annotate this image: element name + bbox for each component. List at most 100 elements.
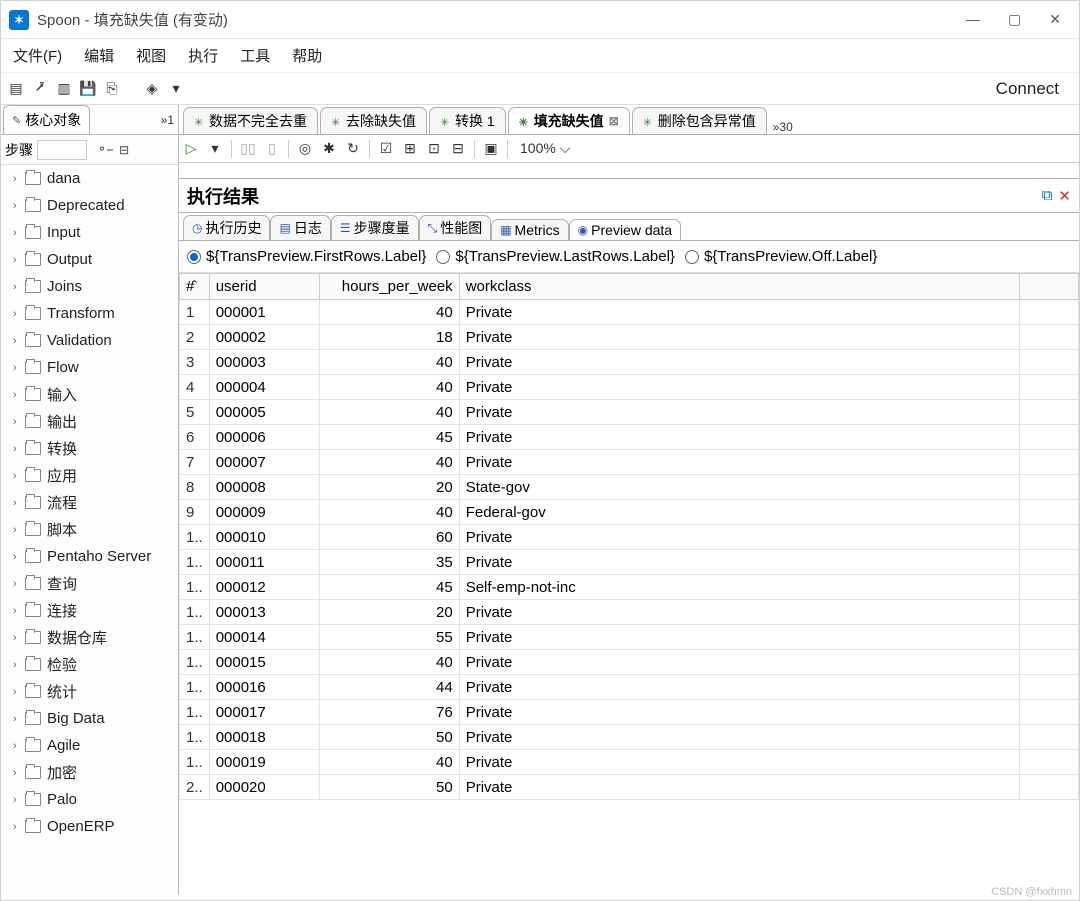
tree-node[interactable]: ›Joins [1, 273, 178, 300]
steps-filter-input[interactable] [37, 140, 87, 160]
tree-node[interactable]: ›Agile [1, 732, 178, 759]
minimize-icon[interactable]: — [966, 11, 980, 28]
menu-item[interactable]: 帮助 [292, 45, 322, 66]
table-row[interactable]: 700000740Private [180, 450, 1079, 475]
column-header[interactable]: #̂ [180, 274, 210, 300]
column-header[interactable]: userid [209, 274, 319, 300]
steps-tree[interactable]: ›dana›Deprecated›Input›Output›Joins›Tran… [1, 165, 178, 895]
tree-node[interactable]: ›Validation [1, 327, 178, 354]
result-tab[interactable]: ⤡性能图 [419, 215, 492, 240]
tree-node[interactable]: ›加密 [1, 759, 178, 786]
result-tab[interactable]: ◉Preview data [569, 219, 681, 240]
verify-icon[interactable]: ☑ [378, 140, 394, 157]
save-icon[interactable]: 💾 [79, 80, 97, 98]
table-row[interactable]: 2..00002050Private [180, 775, 1079, 800]
table-row[interactable]: 1..00001644Private [180, 675, 1079, 700]
impact-icon[interactable]: ⊞ [402, 140, 418, 157]
result-tab[interactable]: ▦Metrics [491, 219, 568, 240]
open-icon[interactable]: ⭷ [31, 80, 49, 98]
stop-icon[interactable]: ▯ [264, 140, 280, 157]
tree-node[interactable]: ›dana [1, 165, 178, 192]
data-table-wrap[interactable]: #̂useridhours_per_weekworkclass100000140… [179, 273, 1079, 895]
tabs-overflow[interactable]: »1 [161, 113, 174, 127]
canvas-area[interactable] [179, 163, 1079, 179]
table-row[interactable]: 1..00001320Private [180, 600, 1079, 625]
table-row[interactable]: 1..00001135Private [180, 550, 1079, 575]
tree-node[interactable]: ›Big Data [1, 705, 178, 732]
table-row[interactable]: 400000440Private [180, 375, 1079, 400]
popout-icon[interactable]: ⧉ [1042, 187, 1053, 204]
table-row[interactable]: 1..00001940Private [180, 750, 1079, 775]
explore-icon[interactable]: ▥ [55, 80, 73, 98]
tree-node[interactable]: ›Output [1, 246, 178, 273]
close-icon[interactable]: ✕ [1049, 11, 1061, 28]
maximize-icon[interactable]: ▢ [1008, 11, 1021, 28]
table-row[interactable]: 1..00001060Private [180, 525, 1079, 550]
result-tab[interactable]: ☰步骤度量 [331, 215, 419, 240]
replay-icon[interactable]: ↻ [345, 140, 361, 157]
close-results-icon[interactable]: ✕ [1058, 187, 1071, 205]
table-row[interactable]: 200000218Private [180, 325, 1079, 350]
radio-option[interactable]: ${TransPreview.FirstRows.Label} [187, 248, 426, 265]
tree-node[interactable]: ›统计 [1, 678, 178, 705]
tree-node[interactable]: ›Transform [1, 300, 178, 327]
radio-option[interactable]: ${TransPreview.LastRows.Label} [436, 248, 675, 265]
tree-node[interactable]: ›Input [1, 219, 178, 246]
menu-item[interactable]: 工具 [240, 45, 270, 66]
tree-node[interactable]: ›数据仓库 [1, 624, 178, 651]
file-tab[interactable]: ✳删除包含异常值 [632, 107, 767, 134]
tree-node[interactable]: ›应用 [1, 462, 178, 489]
dropdown-icon[interactable]: ▾ [167, 80, 185, 98]
menu-item[interactable]: 文件(F) [13, 45, 62, 66]
tree-node[interactable]: ›查询 [1, 570, 178, 597]
tree-node[interactable]: ›输出 [1, 408, 178, 435]
table-row[interactable]: 100000140Private [180, 300, 1079, 325]
file-tab[interactable]: ✳数据不完全去重 [183, 107, 318, 134]
menu-item[interactable]: 执行 [188, 45, 218, 66]
table-row[interactable]: 600000645Private [180, 425, 1079, 450]
radio-option[interactable]: ${TransPreview.Off.Label} [685, 248, 877, 265]
result-tab[interactable]: ▤日志 [270, 215, 330, 240]
table-row[interactable]: 1..00001455Private [180, 625, 1079, 650]
file-tab[interactable]: ✳去除缺失值 [320, 107, 427, 134]
result-tab[interactable]: ◷执行历史 [183, 215, 270, 240]
preview-icon[interactable]: ◎ [297, 140, 313, 157]
tree-node[interactable]: ›OpenERP [1, 813, 178, 840]
tree-node[interactable]: ›输入 [1, 381, 178, 408]
table-row[interactable]: 300000340Private [180, 350, 1079, 375]
menu-item[interactable]: 视图 [136, 45, 166, 66]
tree-node[interactable]: ›Pentaho Server [1, 543, 178, 570]
tree-node[interactable]: ›连接 [1, 597, 178, 624]
column-header[interactable]: workclass [459, 274, 1019, 300]
tree-node[interactable]: ›转换 [1, 435, 178, 462]
file-tab[interactable]: ✳填充缺失值⊠ [508, 107, 630, 134]
debug-icon[interactable]: ✱ [321, 140, 337, 157]
tree-node[interactable]: ›脚本 [1, 516, 178, 543]
zoom-select[interactable]: 100% ⌵ [520, 140, 570, 157]
table-row[interactable]: 1..00001776Private [180, 700, 1079, 725]
sql-icon[interactable]: ⊡ [426, 140, 442, 157]
pause-icon[interactable]: ▯▯ [240, 140, 256, 157]
collapse-icon[interactable]: ⊟ [119, 143, 129, 157]
saveas-icon[interactable]: ⎘ [103, 80, 121, 98]
connect-button[interactable]: Connect [996, 79, 1059, 99]
file-tab[interactable]: ✳转换 1 [429, 107, 506, 134]
filetabs-overflow[interactable]: »30 [773, 120, 793, 134]
table-row[interactable]: 1..00001540Private [180, 650, 1079, 675]
expand-icon[interactable]: ⚬⎯ [97, 142, 113, 157]
run-icon[interactable]: ▷ [183, 140, 199, 157]
menu-item[interactable]: 编辑 [84, 45, 114, 66]
table-row[interactable]: 1..00001245Self-emp-not-inc [180, 575, 1079, 600]
new-icon[interactable]: ▤ [7, 80, 25, 98]
table-row[interactable]: 800000820State-gov [180, 475, 1079, 500]
tree-node[interactable]: ›Flow [1, 354, 178, 381]
tree-node[interactable]: ›检验 [1, 651, 178, 678]
show-results-icon[interactable]: ▣ [483, 140, 499, 157]
explore-db-icon[interactable]: ⊟ [450, 140, 466, 157]
tree-node[interactable]: ›Deprecated [1, 192, 178, 219]
table-row[interactable]: 900000940Federal-gov [180, 500, 1079, 525]
perspective-icon[interactable]: ◈ [143, 80, 161, 98]
table-row[interactable]: 500000540Private [180, 400, 1079, 425]
close-tab-icon[interactable]: ⊠ [609, 114, 619, 128]
tree-node[interactable]: ›Palo [1, 786, 178, 813]
